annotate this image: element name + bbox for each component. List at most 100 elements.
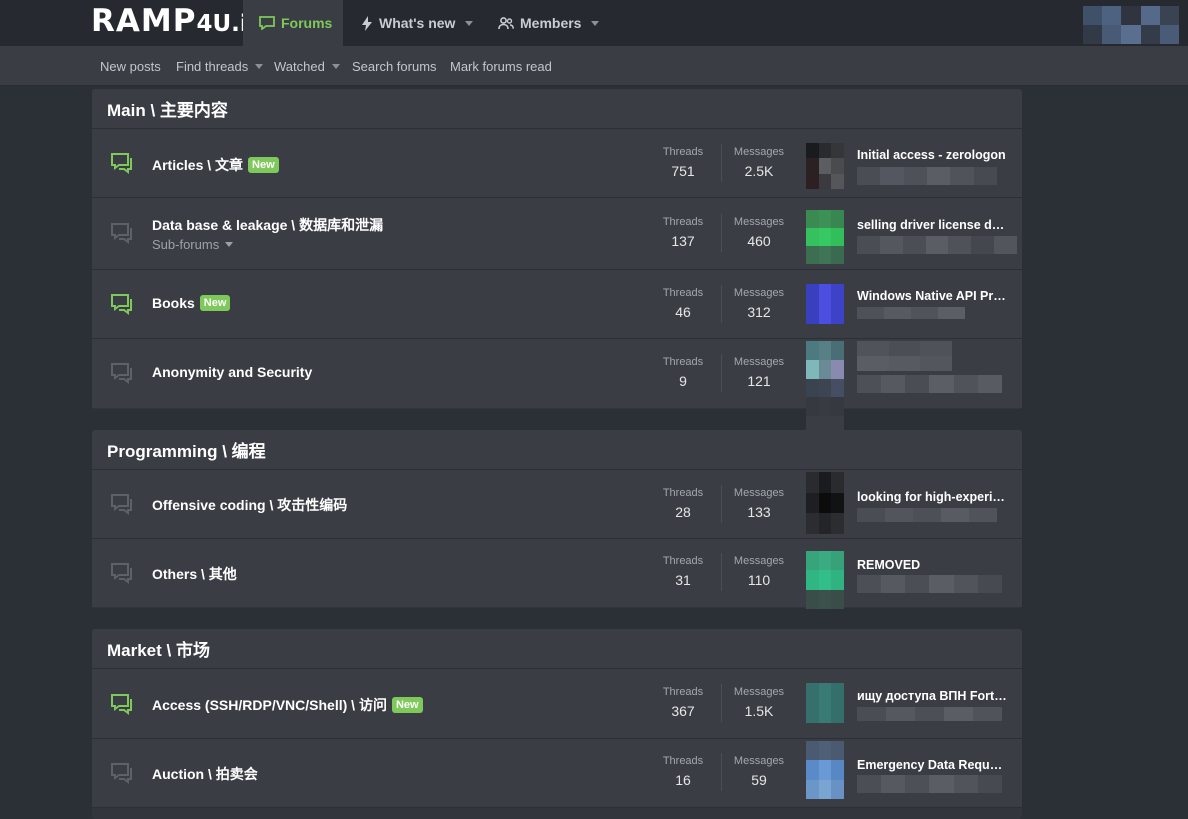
- latest-thread-link[interactable]: Emergency Data Request: [857, 758, 1007, 772]
- messages-stat: Messages 460: [729, 216, 789, 249]
- category-title[interactable]: Programming \ 编程: [92, 430, 1022, 470]
- tab-whats-new-label: What's new: [379, 15, 456, 31]
- threads-label: Threads: [662, 555, 704, 567]
- mark-forums-read-link[interactable]: Mark forums read: [450, 46, 552, 86]
- forum-title: Access (SSH/RDP/VNC/Shell) \ 访问: [152, 697, 387, 713]
- forum-row: Others \ 其他 Threads 31 Messages 110 REMOVE…: [92, 539, 1022, 609]
- forum-row: Data base & leakage \ 数据库和泄漏 Sub-forums …: [92, 198, 1022, 270]
- latest-thread-link[interactable]: looking for high-experienced: [857, 490, 1007, 504]
- threads-label: Threads: [662, 146, 704, 158]
- messages-stat: Messages 133: [729, 487, 789, 520]
- search-forums-link[interactable]: Search forums: [352, 46, 437, 86]
- latest-poster-avatar[interactable]: [806, 551, 844, 609]
- category-block-main: Main \ 主要内容 Articles \ 文章 New Threads 751 …: [92, 89, 1022, 435]
- tab-whats-new[interactable]: What's new: [362, 0, 474, 46]
- messages-count: 1.5K: [744, 703, 774, 719]
- forum-title: Articles \ 文章: [152, 157, 244, 173]
- forum-title-link[interactable]: Data base & leakage \ 数据库和泄漏: [152, 215, 383, 235]
- latest-thread-link[interactable]: Initial access - zerologon: [857, 148, 1007, 162]
- threads-count: 31: [675, 572, 691, 588]
- category-title[interactable]: Market \ 市场: [92, 629, 1022, 669]
- messages-count: 59: [751, 772, 767, 788]
- threads-stat: Threads 367: [653, 686, 713, 719]
- new-badge: New: [391, 697, 423, 713]
- messages-stat: Messages 2.5K: [729, 146, 789, 179]
- tab-forums[interactable]: Forums: [243, 0, 343, 46]
- threads-count: 46: [675, 304, 691, 320]
- latest-poster-avatar[interactable]: [806, 284, 844, 324]
- threads-label: Threads: [662, 686, 704, 698]
- messages-stat: Messages 59: [729, 755, 789, 788]
- forum-title: Others \ 其他: [152, 566, 237, 582]
- messages-count: 121: [747, 373, 771, 389]
- chevron-down-icon[interactable]: [591, 20, 600, 26]
- forum-unread-icon: [111, 694, 132, 715]
- forum-read-icon: [111, 563, 132, 584]
- latest-poster-avatar[interactable]: [806, 472, 844, 534]
- find-threads-link[interactable]: Find threads: [176, 46, 264, 86]
- messages-stat: Messages 312: [729, 287, 789, 320]
- watched-link[interactable]: Watched: [274, 46, 340, 86]
- forum-row: Access (SSH/RDP/VNC/Shell) \ 访问 New Threa…: [92, 669, 1022, 739]
- latest-thread-link[interactable]: Windows Native API Programming: [857, 289, 1007, 303]
- divider: [721, 354, 722, 392]
- latest-poster-avatar[interactable]: [806, 143, 844, 189]
- messages-stat: Messages 1.5K: [729, 686, 789, 719]
- latest-meta-blurred: [857, 167, 997, 185]
- site-logo[interactable]: RAMP 4U.io: [91, 3, 264, 39]
- messages-count: 460: [747, 233, 771, 249]
- forum-title: Data base & leakage \ 数据库和泄漏: [152, 217, 384, 233]
- watched-label: Watched: [274, 58, 325, 74]
- chevron-down-icon: [225, 242, 234, 247]
- threads-count: 9: [679, 373, 687, 389]
- messages-label: Messages: [733, 686, 785, 698]
- chevron-down-icon[interactable]: [465, 20, 474, 26]
- forum-title-link[interactable]: Books New: [152, 295, 231, 311]
- divider: [721, 214, 722, 252]
- threads-label: Threads: [662, 356, 704, 368]
- tab-members[interactable]: Members: [498, 0, 600, 46]
- latest-title-blurred: [857, 341, 952, 371]
- forum-title-link[interactable]: Auction \ 拍卖会: [152, 764, 258, 784]
- sub-forums-label: Sub-forums: [152, 237, 220, 252]
- forum-title-link[interactable]: Offensive coding \ 攻击性编码: [152, 495, 347, 515]
- sub-navigation-bar: New posts Find threads Watched Search fo…: [0, 46, 1188, 86]
- forum-unread-icon: [111, 294, 132, 315]
- tab-forums-label: Forums: [281, 15, 333, 31]
- latest-thread-link[interactable]: selling driver license data: [857, 218, 1007, 232]
- chevron-down-icon[interactable]: [331, 63, 340, 69]
- forum-title-link[interactable]: Access (SSH/RDP/VNC/Shell) \ 访问 New: [152, 695, 423, 715]
- forum-read-icon: [111, 763, 132, 784]
- forum-read-icon: [111, 494, 132, 515]
- new-posts-label: New posts: [100, 58, 161, 74]
- latest-poster-avatar[interactable]: [806, 683, 844, 723]
- chevron-down-icon[interactable]: [255, 63, 264, 69]
- category-title[interactable]: Main \ 主要内容: [92, 89, 1022, 129]
- messages-label: Messages: [733, 287, 785, 299]
- messages-stat: Messages 110: [729, 555, 789, 588]
- search-forums-label: Search forums: [352, 58, 437, 74]
- forum-read-icon: [111, 223, 132, 244]
- new-posts-link[interactable]: New posts: [100, 46, 161, 86]
- latest-thread-link[interactable]: ищу доступа ВПН Fortinet: [857, 689, 1007, 703]
- threads-label: Threads: [662, 287, 704, 299]
- threads-stat: Threads 16: [653, 755, 713, 788]
- latest-thread-link[interactable]: REMOVED: [857, 558, 1007, 572]
- forum-row: Offensive coding \ 攻击性编码 Threads 28 Messa…: [92, 470, 1022, 539]
- divider: [721, 485, 722, 523]
- threads-stat: Threads 28: [653, 487, 713, 520]
- logo-main-text: RAMP: [91, 3, 197, 39]
- threads-count: 16: [675, 772, 691, 788]
- latest-meta-blurred: [857, 707, 1002, 721]
- sub-forums-toggle[interactable]: Sub-forums: [152, 237, 234, 252]
- forum-title-link[interactable]: Articles \ 文章 New: [152, 155, 279, 175]
- latest-poster-avatar[interactable]: [806, 210, 844, 264]
- latest-poster-avatar[interactable]: [806, 741, 844, 799]
- latest-meta-blurred: [857, 307, 965, 319]
- user-avatar[interactable]: [1083, 6, 1179, 44]
- latest-meta-blurred: [857, 775, 1002, 793]
- latest-poster-avatar[interactable]: [806, 341, 844, 435]
- messages-count: 312: [747, 304, 771, 320]
- forum-title-link[interactable]: Anonymity and Security: [152, 364, 312, 380]
- forum-title-link[interactable]: Others \ 其他: [152, 564, 237, 584]
